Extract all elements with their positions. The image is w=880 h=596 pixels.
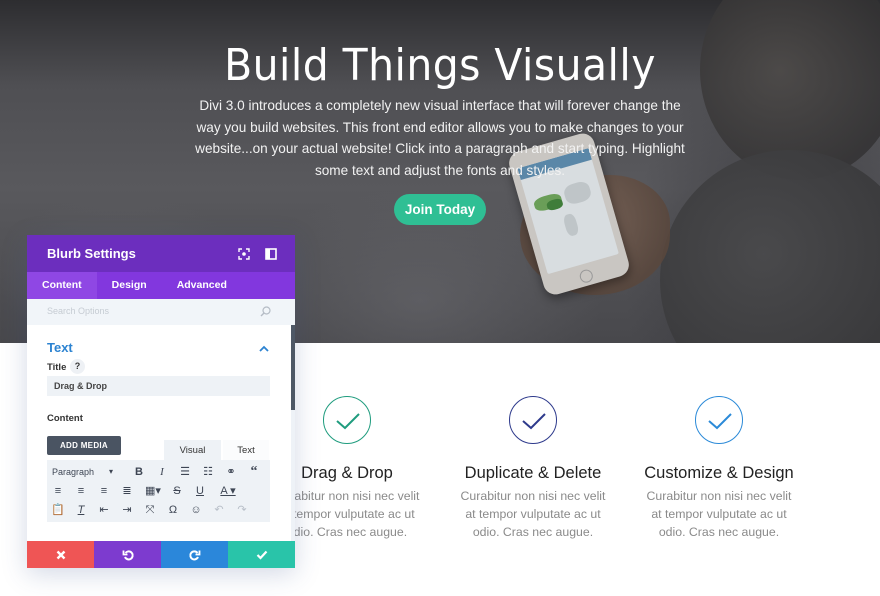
clear-formatting-icon[interactable]: T [73,501,89,519]
tab-content[interactable]: Content [27,272,97,299]
search-options-input[interactable]: Search Options [27,299,295,325]
hero-title[interactable]: Build Things Visually [31,40,849,91]
undo-icon [122,549,133,560]
editor-tab-text[interactable]: Text [223,440,269,460]
text-color-icon[interactable]: A ▾ [215,482,241,500]
title-label: Title [47,362,67,373]
feature-duplicate-delete[interactable]: Duplicate & Delete Curabitur non nisi ne… [433,396,633,541]
outdent-icon[interactable]: ⇤ [96,501,112,519]
indent-icon[interactable]: ⇥ [119,501,135,519]
section-title-text[interactable]: Text [47,340,73,355]
table-icon[interactable]: ▦▾ [142,482,164,500]
redo-icon[interactable]: ↷ [234,501,250,519]
paste-as-text-icon[interactable]: 📋 [50,501,66,519]
editor-toolbar: Paragraph B I ☰ ☷ ⚭ “ ≡ ≡ ≡ ≣ ▦▾ S U A ▾ [47,460,270,522]
help-icon[interactable]: ? [70,359,85,374]
save-button[interactable] [228,541,295,568]
fullscreen-icon[interactable]: ⤧ [142,501,158,519]
expand-icon[interactable] [238,247,250,260]
bold-icon[interactable]: B [131,463,147,481]
check-icon [256,550,267,559]
panel-body: Text Title ? Content ADD MEDIA Visual Te… [27,325,295,541]
title-field[interactable] [47,376,270,396]
emoji-icon[interactable]: ☺ [188,501,204,519]
join-today-button[interactable]: Join Today [394,194,486,225]
scrollbar-thumb[interactable] [291,325,295,410]
undo-icon[interactable]: ↶ [211,501,227,519]
tab-design[interactable]: Design [97,272,162,299]
panel-tabs: Content Design Advanced [27,272,295,299]
feature-text[interactable]: Curabitur non nisi nec velit at tempor v… [433,487,633,541]
blockquote-icon[interactable]: “ [246,463,262,481]
align-right-icon[interactable]: ≡ [96,482,112,500]
search-placeholder: Search Options [47,306,110,316]
justify-icon[interactable]: ≣ [119,482,135,500]
underline-icon[interactable]: U [192,482,208,500]
discard-button[interactable] [27,541,94,568]
link-icon[interactable]: ⚭ [223,463,239,481]
panel-header[interactable]: Blurb Settings [27,235,295,272]
hero-description[interactable]: Divi 3.0 introduces a completely new vis… [195,95,685,182]
strikethrough-icon[interactable]: S [169,482,185,500]
numbered-list-icon[interactable]: ☷ [200,463,216,481]
check-circle-icon [695,396,743,444]
feature-text[interactable]: Curabitur non nisi nec velit at tempor v… [619,487,819,541]
page: Build Things Visually Divi 3.0 introduce… [0,0,880,596]
split-view-icon[interactable] [265,247,277,260]
check-circle-icon [509,396,557,444]
blurb-settings-panel[interactable]: Blurb Settings Content Design Advanced S… [27,235,295,568]
content-label: Content [47,413,83,424]
chevron-up-icon[interactable] [259,345,269,352]
background-person-arm [660,150,880,343]
feature-title[interactable]: Duplicate & Delete [433,464,633,483]
panel-title: Blurb Settings [47,246,136,261]
editor-tab-visual[interactable]: Visual [164,440,221,460]
undo-button[interactable] [94,541,161,568]
feature-customize-design[interactable]: Customize & Design Curabitur non nisi ne… [619,396,819,541]
redo-icon [189,549,200,560]
check-circle-icon [323,396,371,444]
special-character-icon[interactable]: Ω [165,501,181,519]
align-center-icon[interactable]: ≡ [73,482,89,500]
tab-advanced[interactable]: Advanced [162,272,242,299]
close-icon [56,550,65,559]
italic-icon[interactable]: I [154,463,170,481]
add-media-button[interactable]: ADD MEDIA [47,436,121,455]
search-icon [260,306,271,317]
panel-footer [27,541,295,568]
redo-button[interactable] [161,541,228,568]
bullet-list-icon[interactable]: ☰ [177,463,193,481]
paragraph-format-select[interactable]: Paragraph [47,463,113,481]
feature-title[interactable]: Customize & Design [619,464,819,483]
align-left-icon[interactable]: ≡ [50,482,66,500]
